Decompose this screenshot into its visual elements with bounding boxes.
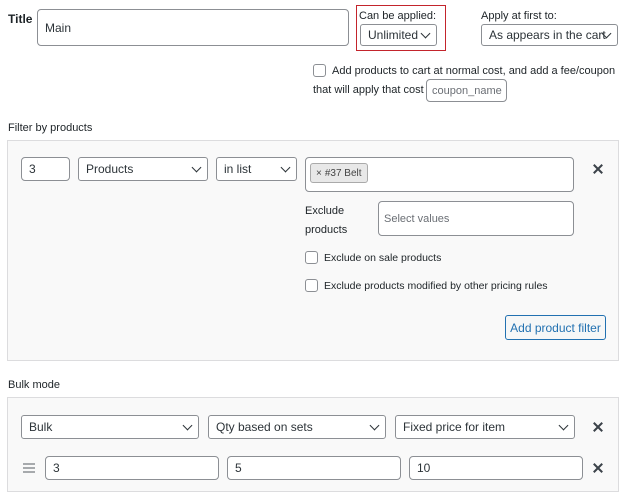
chevron-down-icon bbox=[420, 28, 431, 39]
can-be-applied-label: Can be applied: bbox=[359, 10, 437, 22]
chevron-down-icon bbox=[191, 162, 202, 173]
apply-first-value: As appears in the cart bbox=[489, 28, 606, 42]
exclude-label-2: products bbox=[305, 224, 348, 236]
filter-qty-input[interactable]: 3 bbox=[21, 157, 70, 181]
tag-remove-icon[interactable]: × bbox=[316, 168, 322, 179]
price-type-value: Fixed price for item bbox=[403, 420, 506, 434]
exclude-on-sale-label: Exclude on sale products bbox=[324, 252, 442, 264]
bulk-section-label: Bulk mode bbox=[8, 379, 60, 391]
can-be-applied-select[interactable]: Unlimited bbox=[360, 24, 437, 46]
tag-label: #37 Belt bbox=[324, 167, 362, 179]
qty-based-value: Qty based on sets bbox=[216, 420, 313, 434]
drag-handle-icon[interactable] bbox=[23, 463, 35, 475]
coupon-text: that will apply that cost bbox=[313, 84, 424, 96]
coupon-name-input[interactable]: coupon_name bbox=[426, 79, 507, 102]
remove-filter-icon[interactable] bbox=[591, 162, 605, 176]
title-label: Title bbox=[8, 12, 33, 26]
remove-bulk-icon[interactable] bbox=[591, 420, 605, 434]
apply-first-label: Apply at first to: bbox=[481, 10, 557, 22]
exclude-products-field[interactable]: Select values bbox=[378, 201, 574, 236]
range-from-input[interactable]: 3 bbox=[45, 456, 219, 480]
chevron-down-icon bbox=[280, 162, 291, 173]
exclude-modified-label: Exclude products modified by other prici… bbox=[324, 280, 548, 292]
filter-method-value: in list bbox=[224, 162, 252, 176]
title-input[interactable]: Main bbox=[37, 9, 349, 46]
chevron-down-icon bbox=[558, 420, 569, 431]
apply-first-select[interactable]: As appears in the cart bbox=[481, 24, 618, 46]
add-products-checkbox[interactable] bbox=[313, 64, 326, 77]
filter-type-value: Products bbox=[86, 162, 134, 176]
exclude-label-1: Exclude bbox=[305, 205, 345, 217]
filter-method-select[interactable]: in list bbox=[216, 157, 297, 181]
can-be-applied-value: Unlimited bbox=[368, 28, 419, 42]
exclude-on-sale-checkbox[interactable] bbox=[305, 251, 318, 264]
exclude-modified-checkbox[interactable] bbox=[305, 279, 318, 292]
range-to-input[interactable]: 5 bbox=[227, 456, 401, 480]
add-product-filter-button[interactable]: Add product filter bbox=[505, 315, 606, 340]
remove-range-icon[interactable] bbox=[591, 461, 605, 475]
add-products-text: Add products to cart at normal cost, and… bbox=[332, 65, 616, 77]
coupon-placeholder: coupon_name bbox=[432, 84, 502, 97]
product-tag: × #37 Belt bbox=[310, 163, 368, 183]
bulk-mode-value: Bulk bbox=[29, 420, 53, 434]
range-value-input[interactable]: 10 bbox=[409, 456, 583, 480]
filter-type-select[interactable]: Products bbox=[78, 157, 208, 181]
exclude-placeholder: Select values bbox=[384, 212, 450, 225]
qty-based-select[interactable]: Qty based on sets bbox=[208, 415, 386, 439]
chevron-down-icon bbox=[369, 420, 380, 431]
chevron-down-icon bbox=[182, 420, 193, 431]
bulk-mode-select[interactable]: Bulk bbox=[21, 415, 199, 439]
filter-section-label: Filter by products bbox=[8, 122, 93, 134]
price-type-select[interactable]: Fixed price for item bbox=[395, 415, 575, 439]
